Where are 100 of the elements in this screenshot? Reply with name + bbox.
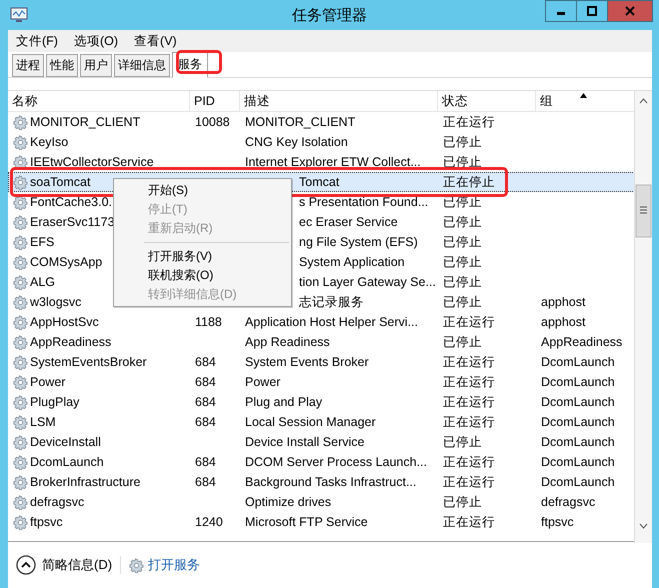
table-cell: Optimize drives xyxy=(245,495,332,509)
table-cell: 正在运行 xyxy=(443,114,495,128)
table-cell: ftpsvc xyxy=(30,515,63,529)
gear-icon xyxy=(13,474,28,490)
close-button[interactable] xyxy=(607,0,653,22)
column-header[interactable]: 名称 xyxy=(8,91,190,111)
maximize-button[interactable] xyxy=(576,0,608,22)
gear-icon xyxy=(13,454,28,470)
menu-item[interactable]: 联机搜索(O) xyxy=(114,266,291,285)
tab[interactable]: 详细信息 xyxy=(114,54,170,77)
table-cell: soaTomcat xyxy=(30,175,90,189)
column-header[interactable]: 描述 xyxy=(240,91,438,111)
gear-icon xyxy=(13,334,28,350)
table-cell: w3logsvc xyxy=(30,295,82,309)
maximize-icon xyxy=(587,6,597,16)
table-cell: App Readiness xyxy=(245,335,330,349)
table-cell: DcomLaunch xyxy=(541,355,615,369)
table-cell: 684 xyxy=(195,375,216,389)
table-cell: ftpsvc xyxy=(541,515,574,529)
table-cell: tion Layer Gateway Se... xyxy=(299,275,436,289)
table-cell: DeviceInstall xyxy=(30,435,101,449)
table-cell: 684 xyxy=(195,455,216,469)
gear-icon xyxy=(13,314,28,330)
table-cell: 志记录服务 xyxy=(299,294,364,308)
table-cell: DcomLaunch xyxy=(541,475,615,489)
gear-icon xyxy=(13,374,28,390)
table-cell: 已停止 xyxy=(443,134,482,148)
table-cell: System Events Broker xyxy=(245,355,369,369)
table-cell: 正在停止 xyxy=(443,174,495,188)
menu-item[interactable]: 文件(F) xyxy=(14,32,60,50)
menu-item[interactable]: 查看(V) xyxy=(132,32,179,50)
table-cell: MONITOR_CLIENT xyxy=(245,115,356,129)
table-cell: DcomLaunch xyxy=(541,395,615,409)
table-cell: Local Session Manager xyxy=(245,415,376,429)
gear-icon xyxy=(13,434,28,450)
gear-icon xyxy=(13,174,28,190)
table-cell: Tomcat xyxy=(299,175,340,189)
table-cell: Application Host Helper Servi... xyxy=(245,315,418,329)
tab[interactable]: 性能 xyxy=(46,54,78,77)
open-services-link[interactable]: 打开服务 xyxy=(148,556,200,574)
collapse-icon[interactable] xyxy=(16,555,36,575)
table-cell: s Presentation Found... xyxy=(299,195,428,209)
gear-icon xyxy=(13,274,28,290)
menu-item[interactable]: 选项(O) xyxy=(72,32,120,50)
table-cell: DCOM Server Process Launch... xyxy=(245,455,428,469)
table-cell: 1188 xyxy=(195,315,222,329)
table-cell: DcomLaunch xyxy=(541,435,615,449)
table-cell: ALG xyxy=(30,275,56,289)
table-cell: 已停止 xyxy=(443,254,482,268)
gear-icon xyxy=(13,354,28,370)
scrollbar[interactable] xyxy=(634,91,652,543)
column-header[interactable]: 状态 xyxy=(438,91,536,111)
table-cell: Microsoft FTP Service xyxy=(245,515,368,529)
window-title: 任务管理器 xyxy=(292,6,367,25)
table-cell: KeyIso xyxy=(30,135,68,149)
table-cell: 已停止 xyxy=(443,294,482,308)
gear-icon xyxy=(13,194,28,210)
table-cell: 正在运行 xyxy=(443,394,495,408)
table-cell: Device Install Service xyxy=(245,435,364,449)
table-cell: DcomLaunch xyxy=(30,455,104,469)
gear-icon xyxy=(13,294,28,310)
table-cell: Power xyxy=(30,375,66,389)
table-cell: apphost xyxy=(541,295,586,309)
table-cell: DcomLaunch xyxy=(541,455,615,469)
menu-item[interactable]: 打开服务(V) xyxy=(114,247,291,266)
table-cell: CNG Key Isolation xyxy=(245,135,348,149)
gear-icon xyxy=(129,558,144,572)
table-cell: EraserSvc1173 xyxy=(30,215,115,229)
tab[interactable]: 用户 xyxy=(80,54,112,77)
column-header[interactable]: PID xyxy=(190,91,240,111)
table-cell: DcomLaunch xyxy=(541,415,615,429)
table-cell: Background Tasks Infrastruct... xyxy=(245,475,416,489)
table-cell: Power xyxy=(245,375,280,389)
table-cell: AppReadiness xyxy=(541,335,622,349)
table-cell: 正在运行 xyxy=(443,414,495,428)
gear-icon xyxy=(13,234,28,250)
gear-icon xyxy=(13,134,28,150)
table-cell: 正在运行 xyxy=(443,454,495,468)
table-cell: DcomLaunch xyxy=(541,375,615,389)
tab[interactable]: 进程 xyxy=(12,54,44,77)
table-cell: IEEtwCollectorService xyxy=(30,155,154,169)
table-cell: defragsvc xyxy=(541,495,596,509)
fewer-details-link[interactable]: 简略信息(D) xyxy=(42,556,112,574)
table-cell: apphost xyxy=(541,315,586,329)
table-cell: 已停止 xyxy=(443,434,482,448)
table-cell: 正在运行 xyxy=(443,514,495,528)
table-cell: AppHostSvc xyxy=(30,315,99,329)
table-cell: System Application xyxy=(299,255,405,269)
highlight-frame xyxy=(176,50,222,74)
table-cell: LSM xyxy=(30,415,56,429)
minimize-button[interactable] xyxy=(545,0,577,22)
table-cell: PlugPlay xyxy=(30,395,80,409)
table-cell: defragsvc xyxy=(30,495,84,509)
table-cell: 10088 xyxy=(195,115,230,129)
monitor-icon xyxy=(10,7,28,23)
gear-icon xyxy=(13,494,28,510)
table-cell: 已停止 xyxy=(443,334,482,348)
table-cell: 684 xyxy=(195,415,216,429)
gear-icon xyxy=(13,154,28,170)
table-cell: 1240 xyxy=(195,515,223,529)
